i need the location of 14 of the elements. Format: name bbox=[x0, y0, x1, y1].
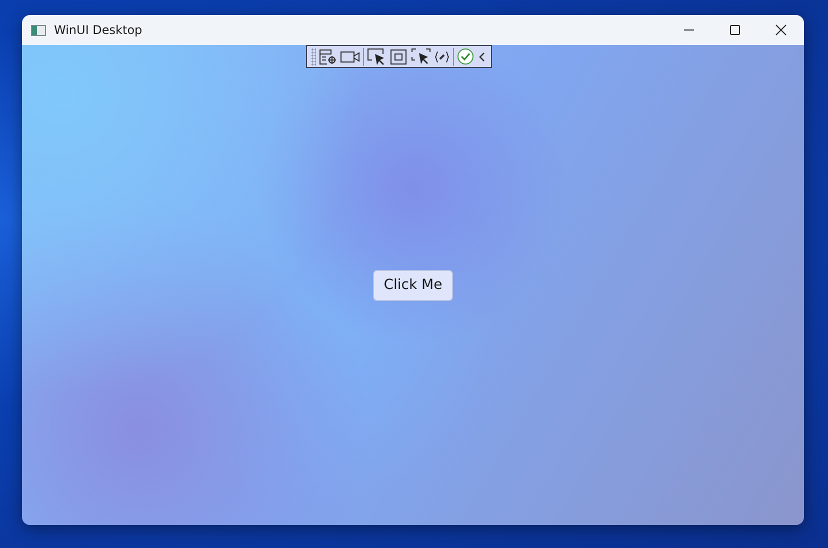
collapse-icon[interactable] bbox=[477, 50, 487, 64]
close-icon[interactable] bbox=[775, 24, 787, 36]
selection-frame-icon[interactable] bbox=[411, 48, 431, 65]
click-me-button[interactable]: Click Me bbox=[372, 270, 454, 300]
grip-icon[interactable] bbox=[311, 48, 316, 66]
app-icon bbox=[31, 24, 46, 36]
checkmark-icon[interactable] bbox=[457, 48, 474, 65]
square-icon[interactable] bbox=[390, 48, 408, 64]
window-title: WinUI Desktop bbox=[54, 22, 142, 39]
braces-icon[interactable] bbox=[434, 50, 450, 64]
visual-tree-icon[interactable] bbox=[319, 48, 337, 64]
maximize-icon[interactable] bbox=[729, 24, 741, 36]
select-element-icon[interactable] bbox=[367, 48, 387, 65]
camera-icon[interactable] bbox=[340, 48, 360, 64]
